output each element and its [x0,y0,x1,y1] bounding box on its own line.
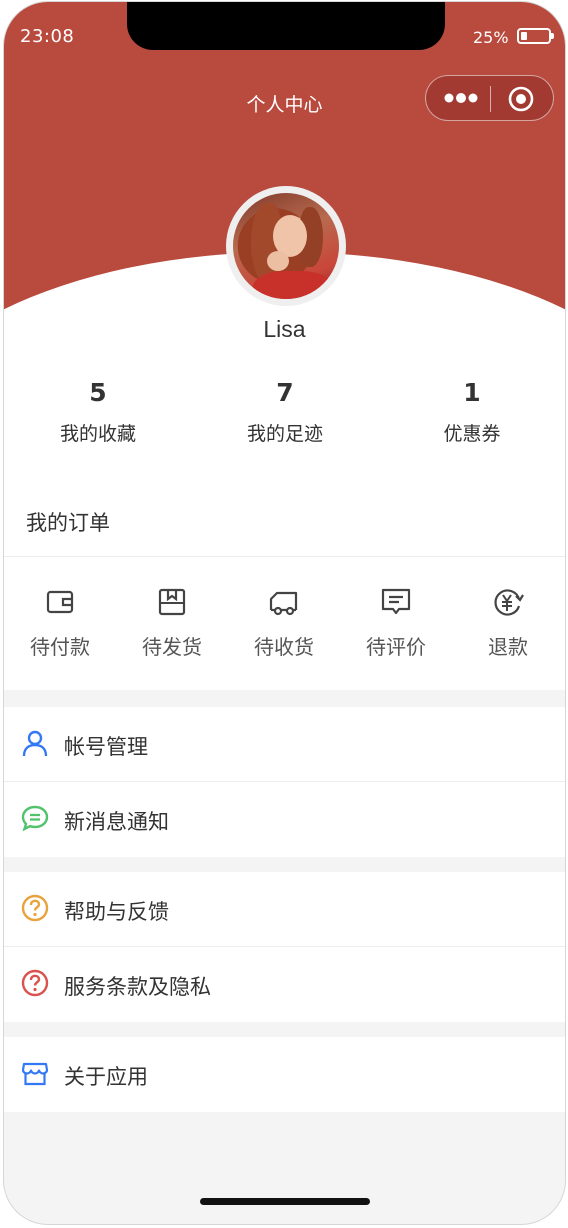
menu-group-help: 帮助与反馈 服务条款及隐私 [4,872,565,1022]
stat-footprints[interactable]: 7 我的足迹 [195,378,375,446]
stat-label: 我的足迹 [246,424,323,445]
stat-label: 我的收藏 [59,424,136,445]
user-icon [22,730,48,757]
stat-favorites[interactable]: 5 我的收藏 [8,378,188,446]
truck-icon [269,591,298,616]
menu-item-help[interactable]: 帮助与反馈 [4,872,565,947]
avatar[interactable] [226,186,346,306]
capsule-divider [490,86,491,112]
stats-bar: 5 我的收藏 7 我的足迹 1 优惠券 [4,342,565,466]
username: Lisa [263,316,306,342]
home-indicator [200,1198,370,1205]
message-icon [21,805,49,832]
notch [127,2,445,50]
menu-item-about[interactable]: 关于应用 [4,1037,565,1112]
orders-section: 我的订单 待付款 待发货 待收货 待评价 退款 [4,482,565,690]
menu-item-account[interactable]: 帐号管理 [4,707,565,782]
stat-value: 5 [89,378,107,407]
stat-coupons[interactable]: 1 优惠券 [382,378,562,446]
refund-icon [494,589,524,616]
profile-header: 23:08 25% 个人中心 Lisa [4,2,565,652]
order-pending-payment[interactable]: 待付款 [4,585,116,660]
menu-item-notifications[interactable]: 新消息通知 [4,782,565,857]
stat-label: 优惠券 [443,424,501,445]
orders-title[interactable]: 我的订单 [26,507,110,537]
box-icon [158,588,186,616]
more-dots-icon[interactable] [444,89,478,107]
menu-label: 服务条款及隐私 [64,976,211,999]
order-label: 待付款 [30,637,90,659]
order-refund[interactable]: 退款 [452,585,564,660]
target-icon[interactable] [508,86,534,112]
help-icon [21,894,49,922]
wallet-icon [46,590,74,614]
menu-group-account: 帐号管理 新消息通知 [4,707,565,857]
order-to-receive[interactable]: 待收货 [228,585,340,660]
miniprogram-capsule [425,75,554,121]
battery-icon [517,28,554,44]
divider [4,556,565,557]
stat-value: 1 [463,378,481,407]
terms-icon [21,969,49,997]
menu-label: 关于应用 [64,1066,148,1089]
order-label: 待收货 [254,637,314,659]
battery-percent: 25% [473,28,509,47]
avatar-image [233,193,339,299]
status-time: 23:08 [20,26,75,47]
order-to-review[interactable]: 待评价 [340,585,452,660]
comment-icon [381,588,411,615]
menu-label: 帐号管理 [64,736,148,759]
store-icon [21,1062,49,1086]
order-to-ship[interactable]: 待发货 [116,585,228,660]
menu-label: 新消息通知 [64,811,169,834]
stat-value: 7 [276,378,294,407]
phone-screen: 23:08 25% 个人中心 Lisa 5 我的收藏 7 我的足迹 1 优惠券 … [4,2,565,1224]
order-label: 待发货 [142,637,202,659]
order-label: 退款 [488,637,528,659]
menu-label: 帮助与反馈 [64,901,169,924]
menu-group-about: 关于应用 [4,1037,565,1112]
menu-item-terms[interactable]: 服务条款及隐私 [4,947,565,1022]
order-label: 待评价 [366,637,426,659]
